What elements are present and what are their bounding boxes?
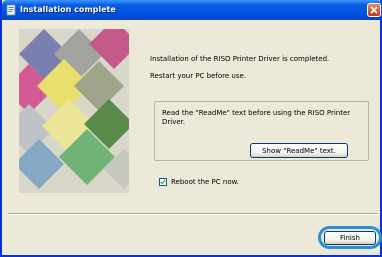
finish-button[interactable]: Finish — [324, 231, 376, 245]
installer-artwork — [19, 29, 129, 193]
show-readme-button[interactable]: Show "ReadMe" text. — [250, 143, 348, 158]
checkmark-icon — [160, 179, 166, 185]
readme-text-line1: Read the "ReadMe" text before using the … — [162, 109, 351, 117]
footer-separator — [8, 213, 378, 215]
title-bar[interactable]: Installation complete — [2, 0, 382, 20]
restart-message: Restart your PC before use. — [150, 72, 247, 80]
readme-group: Read the "ReadMe" text before using the … — [154, 101, 369, 161]
installer-dialog: Installation complete Installation of th… — [0, 0, 382, 257]
window-title: Installation complete — [20, 5, 116, 14]
reboot-label[interactable]: Reboot the PC now. — [171, 178, 239, 187]
close-button[interactable] — [367, 3, 381, 17]
completion-message: Installation of the RISO Printer Driver … — [150, 55, 330, 63]
reboot-checkbox[interactable] — [159, 178, 167, 186]
readme-text-line2: Driver. — [162, 118, 186, 126]
close-icon — [370, 6, 378, 14]
setup-icon — [6, 4, 16, 16]
